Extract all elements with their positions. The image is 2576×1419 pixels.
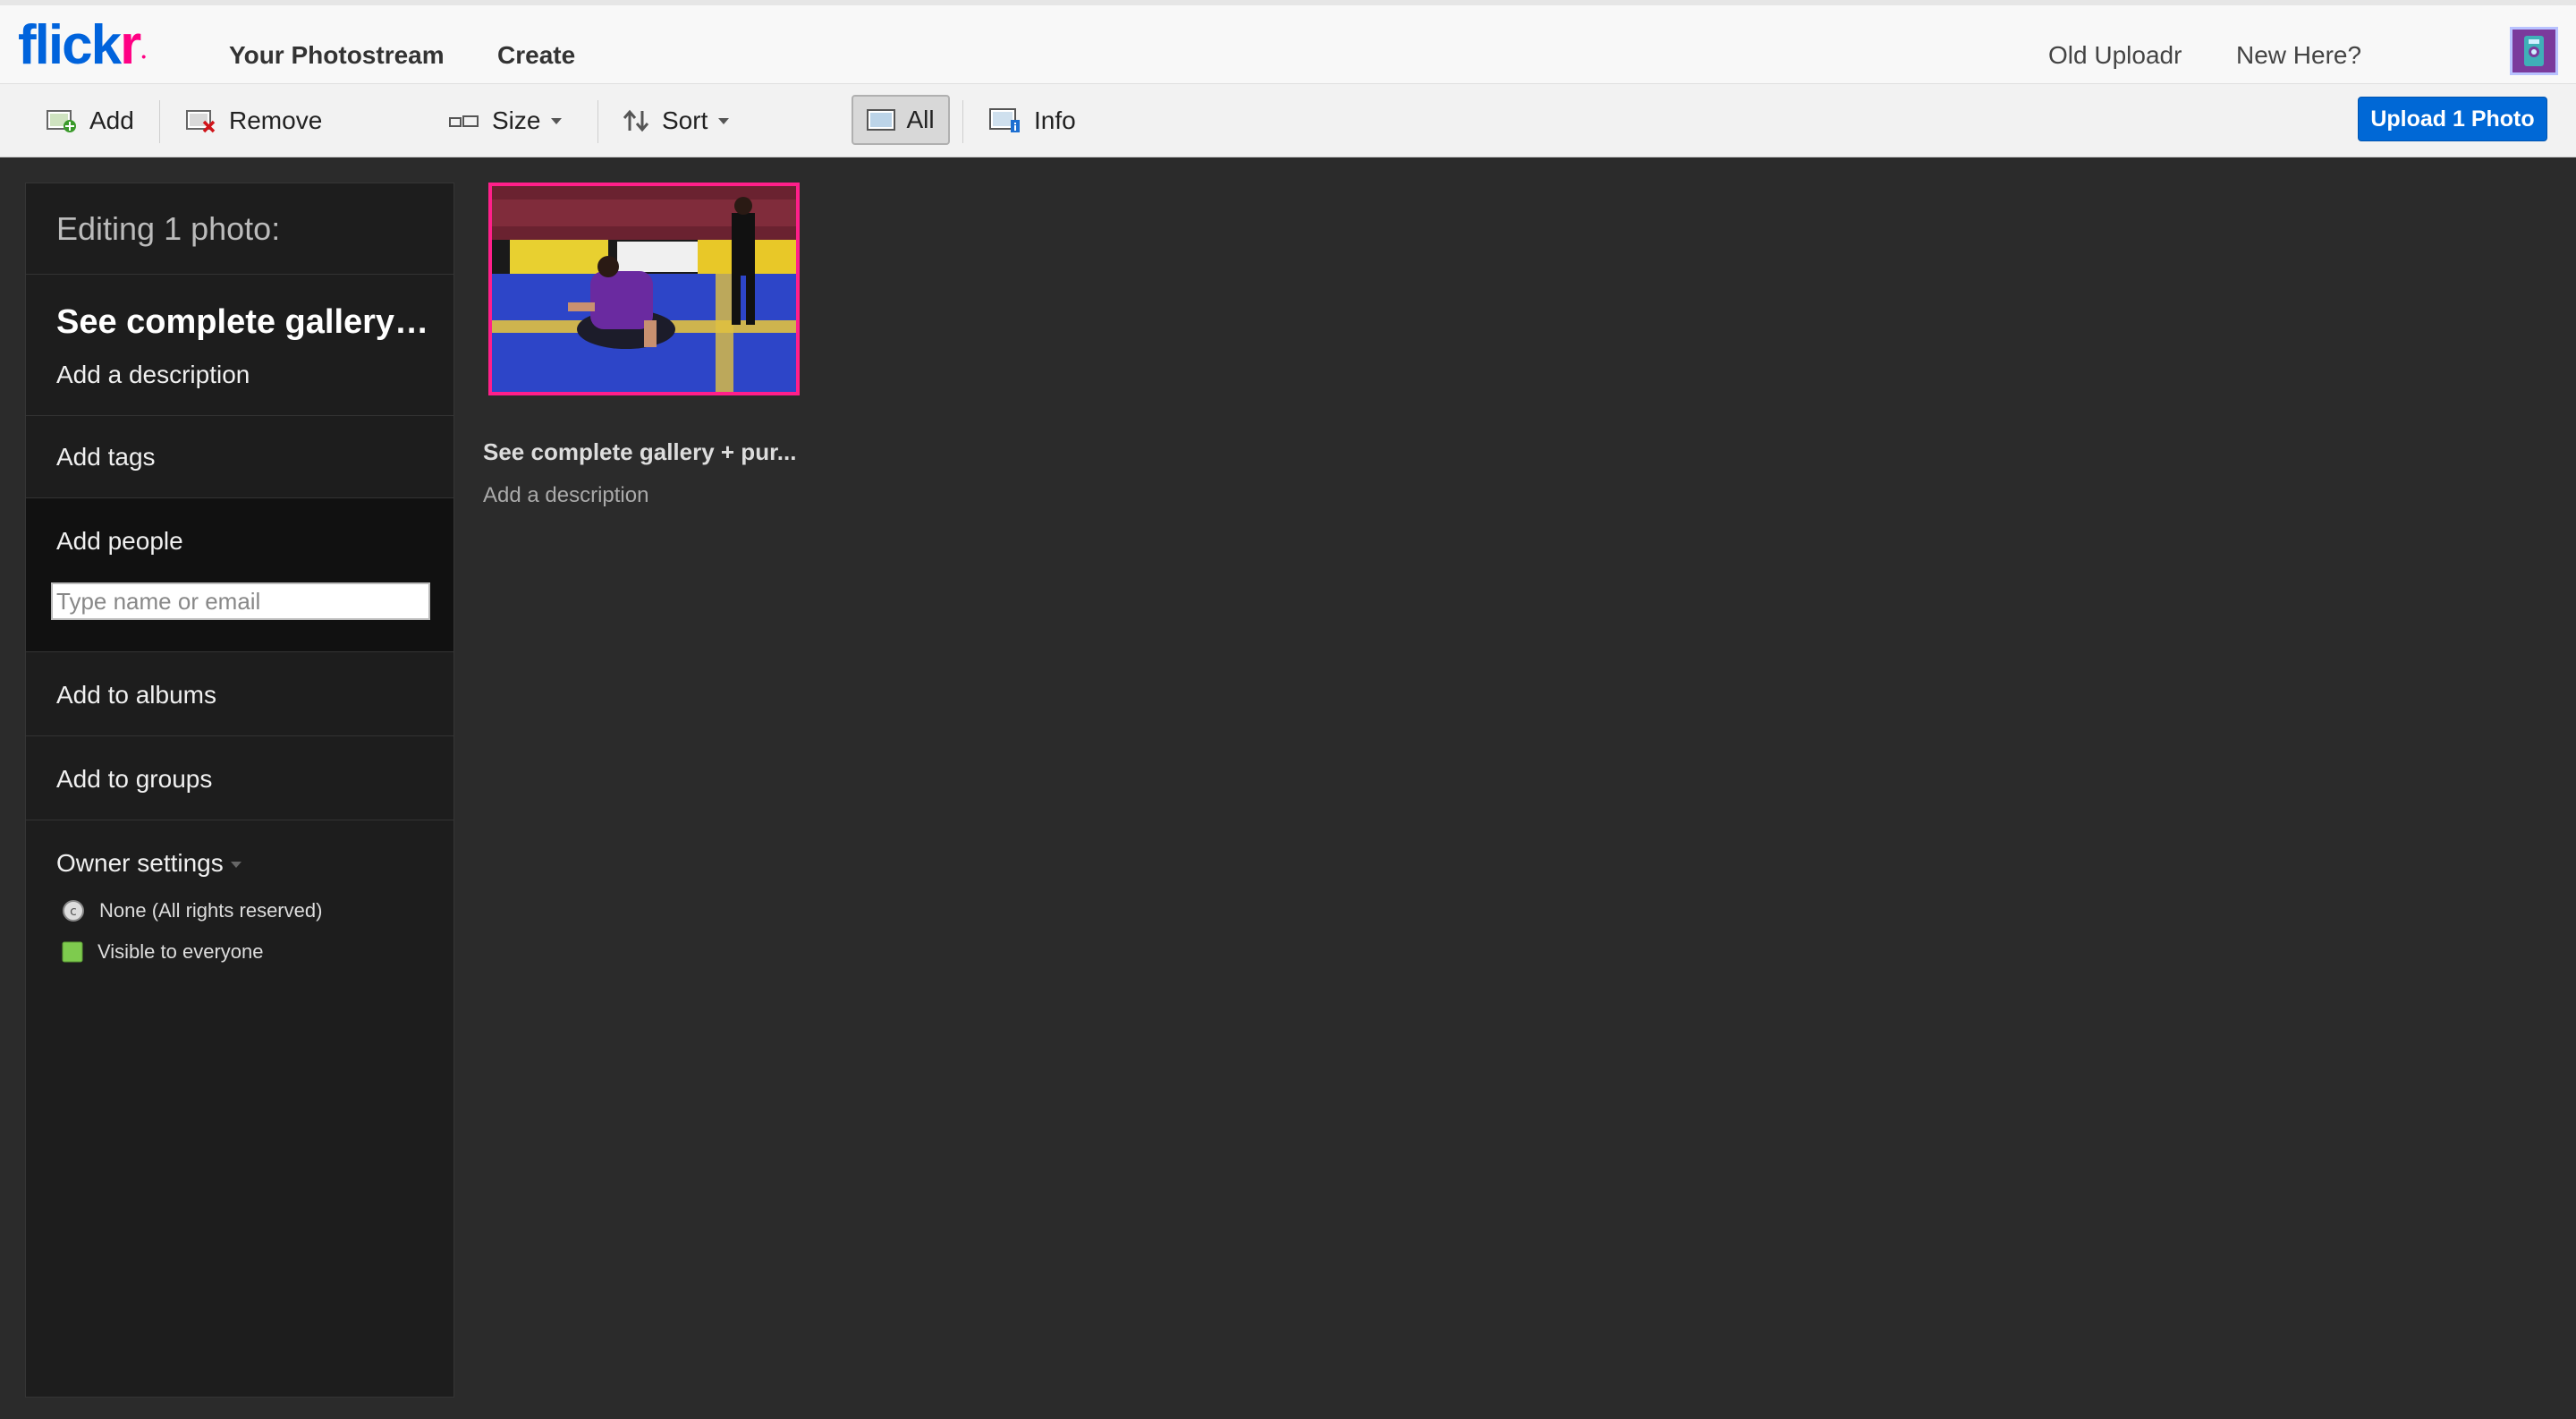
add-to-albums-link[interactable]: Add to albums xyxy=(56,681,216,710)
select-all-icon xyxy=(867,108,896,132)
visibility-text: Visible to everyone xyxy=(97,940,264,963)
sidebar-title-section[interactable]: See complete gallery + purchase prints A… xyxy=(26,275,453,416)
logo-text-flick: flick xyxy=(18,14,122,76)
sidebar-header: Editing 1 photo: xyxy=(26,183,453,275)
add-button[interactable]: Add xyxy=(47,84,134,157)
registered-mark-icon: • xyxy=(141,49,146,64)
add-people-label: Add people xyxy=(56,527,183,555)
license-setting[interactable]: c None (All rights reserved) xyxy=(62,899,322,922)
sort-dropdown[interactable]: Sort xyxy=(623,84,730,157)
nav-old-uploadr[interactable]: Old Uploadr xyxy=(2048,41,2182,70)
sidebar-tags-section[interactable]: Add tags xyxy=(26,416,453,498)
sidebar-albums-section[interactable]: Add to albums xyxy=(26,652,453,736)
edit-sidebar: Editing 1 photo: See complete gallery + … xyxy=(25,183,454,1398)
remove-label: Remove xyxy=(229,106,323,134)
photo-image xyxy=(492,186,796,392)
visibility-setting[interactable]: Visible to everyone xyxy=(62,940,264,964)
svg-text:c: c xyxy=(70,905,77,919)
photo-caption-description[interactable]: Add a description xyxy=(483,483,648,508)
size-label: Size xyxy=(492,106,541,134)
photo-title-field[interactable]: See complete gallery + purchase prints xyxy=(56,303,432,342)
nav-new-here[interactable]: New Here? xyxy=(2236,41,2361,70)
add-tags-link[interactable]: Add tags xyxy=(56,443,156,472)
add-photo-icon xyxy=(47,108,77,133)
add-label: Add xyxy=(89,106,134,134)
sidebar-groups-section[interactable]: Add to groups xyxy=(26,736,453,820)
top-navigation: flickr • Your Photostream Create Old Uplo… xyxy=(0,0,2576,84)
add-description-field[interactable]: Add a description xyxy=(56,361,250,389)
toolbar-divider xyxy=(962,100,963,143)
license-text: None (All rights reserved) xyxy=(99,899,323,922)
visibility-public-icon xyxy=(62,941,83,963)
info-label: Info xyxy=(1034,106,1076,134)
avatar-image-icon xyxy=(2524,36,2544,66)
flickr-logo[interactable]: flickr • xyxy=(18,14,146,76)
toolbar-divider xyxy=(597,100,598,143)
sidebar-people-section: Add people xyxy=(26,498,453,652)
upload-photo-button[interactable]: Upload 1 Photo xyxy=(2358,97,2547,141)
remove-button[interactable]: Remove xyxy=(186,84,322,157)
info-button[interactable]: Info xyxy=(989,84,1076,157)
sidebar-owner-section: Owner settings c None (All rights reserv… xyxy=(26,820,453,999)
sort-arrows-icon xyxy=(623,109,649,132)
toolbar: Add Remove Size Sort All Info Upload 1 P… xyxy=(0,84,2576,157)
logo-text-r: r xyxy=(120,14,141,76)
owner-settings-toggle[interactable]: Owner settings xyxy=(56,849,242,878)
toolbar-divider xyxy=(159,100,160,143)
size-icon xyxy=(449,114,479,128)
sort-label: Sort xyxy=(662,106,708,134)
photo-caption-title[interactable]: See complete gallery + pur... xyxy=(483,438,796,466)
photo-thumbnail[interactable] xyxy=(488,183,800,395)
avatar[interactable] xyxy=(2510,27,2558,75)
select-all-button[interactable]: All xyxy=(852,95,950,145)
editing-count: Editing 1 photo: xyxy=(56,210,281,247)
chevron-down-icon xyxy=(230,862,242,869)
copyright-icon: c xyxy=(62,899,85,922)
size-dropdown[interactable]: Size xyxy=(449,84,563,157)
nav-your-photostream[interactable]: Your Photostream xyxy=(229,41,445,70)
remove-photo-icon xyxy=(186,108,216,133)
chevron-down-icon xyxy=(551,117,563,124)
info-icon xyxy=(989,107,1021,134)
select-all-label: All xyxy=(906,106,935,133)
people-search-input[interactable] xyxy=(51,582,430,620)
chevron-down-icon xyxy=(718,117,730,124)
owner-settings-label: Owner settings xyxy=(56,849,224,877)
add-to-groups-link[interactable]: Add to groups xyxy=(56,765,212,794)
nav-create[interactable]: Create xyxy=(497,41,575,70)
